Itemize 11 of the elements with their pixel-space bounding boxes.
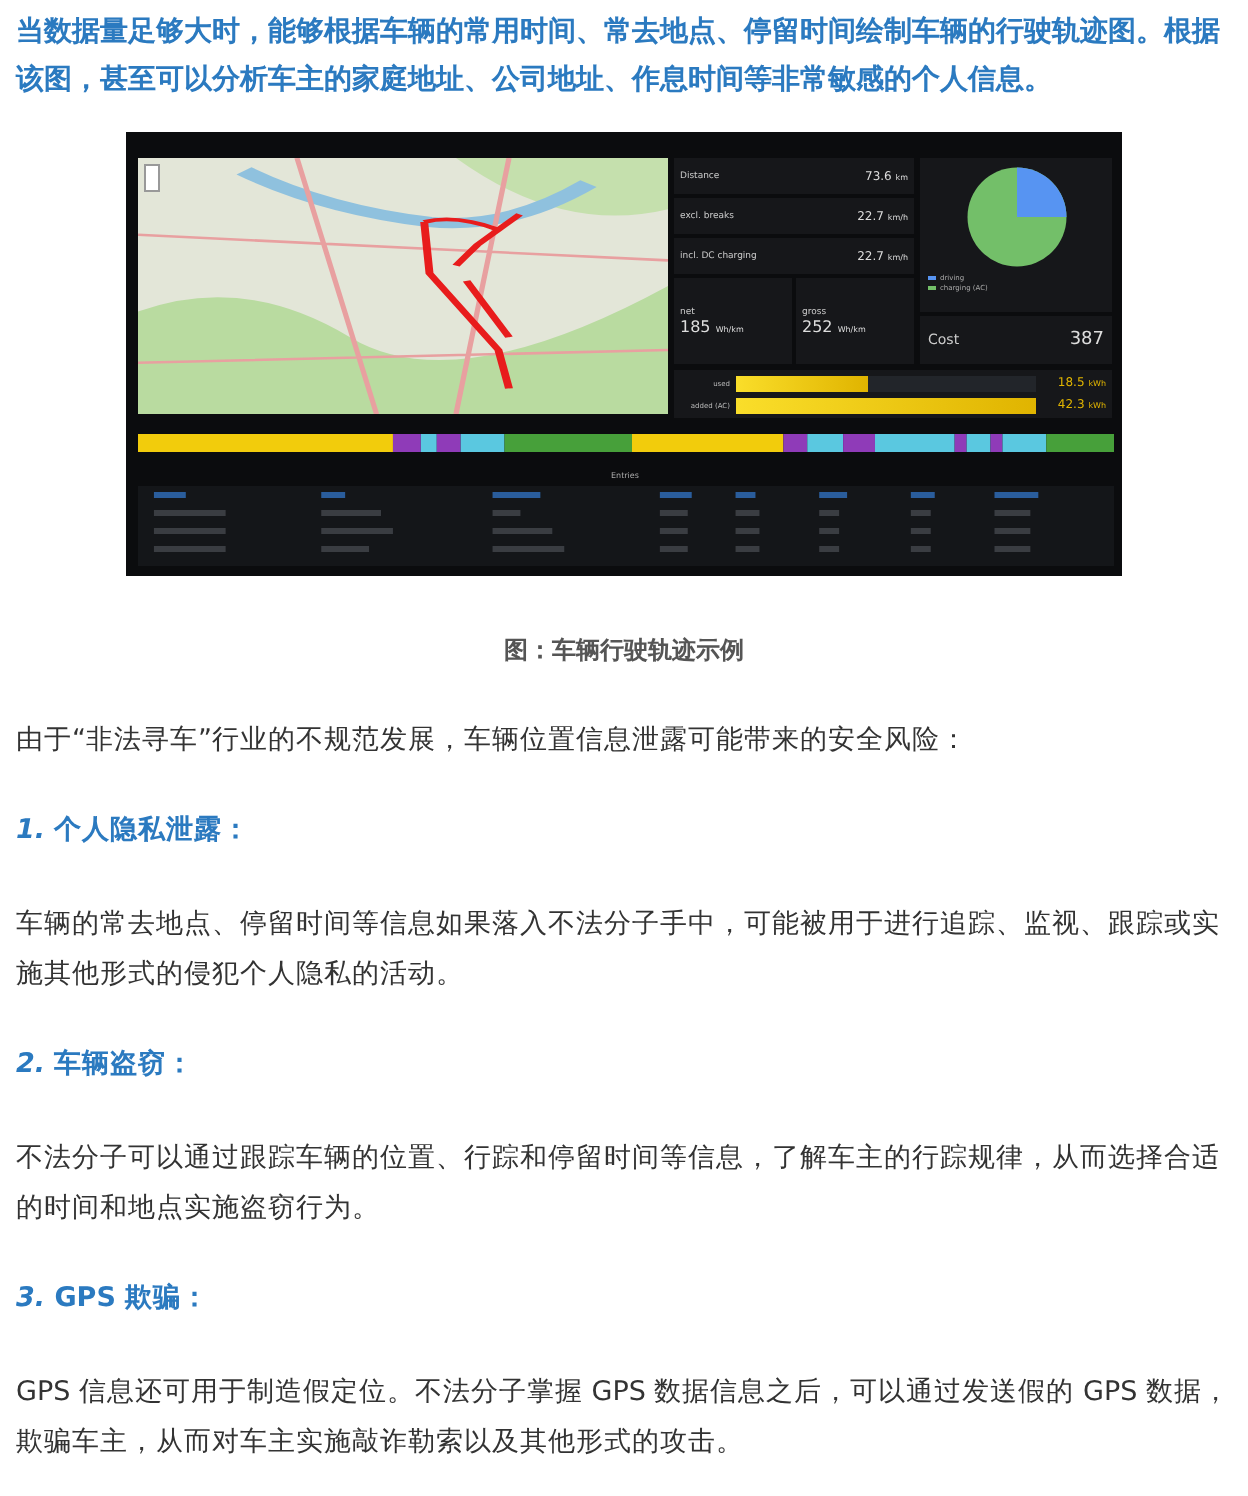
risk-heading: 3. GPS 欺骗： [16,1280,212,1318]
cost-value: 387 [1069,330,1104,350]
risk-heading: 2. 车辆盗窃： [16,1046,197,1084]
zoom-control[interactable] [144,164,160,192]
risk-paragraph: 不法分子可以通过跟踪车辆的位置、行踪和停留时间等信息，了解车主的行踪规律，从而选择合适的时间和地点实施盗窃行为。 [16,1140,1222,1228]
risk-heading: 1. 个人隐私泄露： [16,812,253,850]
figure-caption: 图：车辆行驶轨迹示例 [502,634,746,668]
intro-paragraph: 当数据量足够大时，能够根据车辆的常用时间、常去地点、停留时间绘制车辆的行驶轨迹图。根据该图，甚至可以分析车主的家庭地址、公司地址、作息时间等非常敏感的个人信息。 [16,13,1222,100]
risk-paragraph: 车辆的常去地点、停留时间等信息如果落入不法分子手中，可能被用于进行追踪、监视、跟踪或实施其他形式的侵犯个人隐私的活动。 [16,906,1222,994]
lead-paragraph: 由于“非法寻车”行业的不规范发展，车辆位置信息泄露可能带来的安全风险： [16,722,970,760]
risk-paragraph: GPS 信息还可用于制造假定位。不法分子掌握 GPS 数据信息之后，可以通过发送假的 GPS 数据，欺骗车主，从而对车主实施敲诈勒索以及其他形式的攻击。 [16,1374,1232,1462]
